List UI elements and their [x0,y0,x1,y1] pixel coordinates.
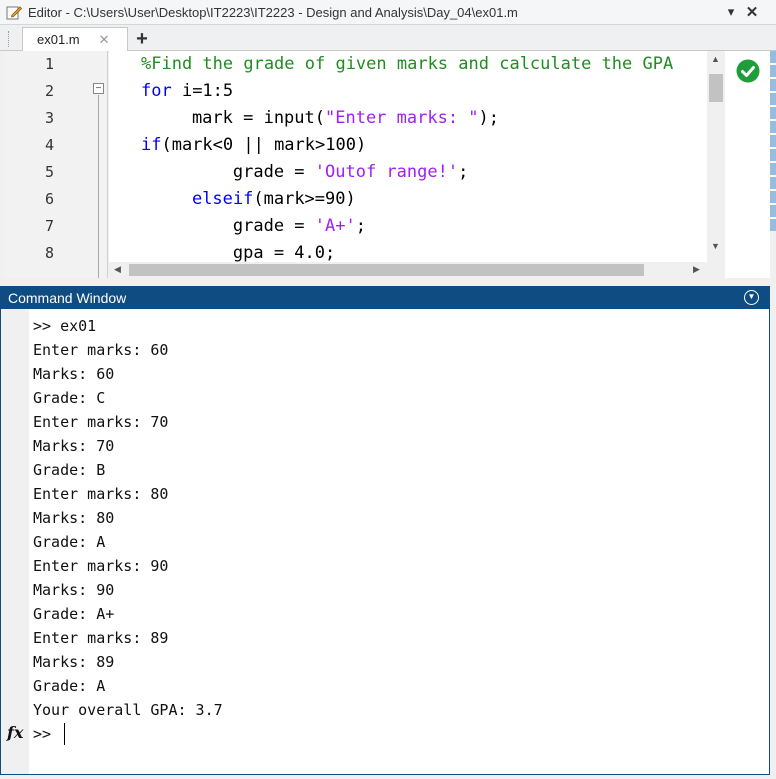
line-number: 2 [44,82,54,100]
output-line: Marks: 60 [33,365,115,383]
scroll-left-arrow-icon[interactable]: ◀ [114,264,121,275]
output-line: Grade: B [33,461,106,479]
code-line: elseif(mark>=90) [151,189,356,209]
code-line: for i=1:5 [141,81,233,101]
code-line: gpa = 4.0; [151,243,335,262]
code-text: ; [355,216,366,236]
output-line: Grade: A+ [33,605,115,623]
function-browser-icon[interactable]: fx [7,723,23,742]
code-line: mark = input("Enter marks: "); [151,108,499,128]
tab-ex01[interactable]: ex01.m ✕ [22,27,128,51]
code-text-area[interactable]: %Find the grade of given marks and calcu… [109,51,707,262]
tab-close-icon[interactable]: ✕ [99,32,110,48]
add-tab-button[interactable]: + [129,28,155,50]
output-line: Grade: A [33,677,106,695]
code-text: gpa = 4.0; [151,243,336,262]
code-line: if(mark<0 || mark>100) [141,135,366,155]
command-window[interactable]: >> ex01 Enter marks: 60 Marks: 60 Grade:… [0,309,770,775]
output-line: Enter marks: 70 [33,413,169,431]
command-prompt[interactable]: >> [33,725,51,743]
check-circle-icon[interactable] [736,59,760,83]
scroll-right-arrow-icon[interactable]: ▶ [693,264,700,275]
scroll-down-arrow-icon[interactable]: ▼ [711,241,720,251]
side-panel-edge [770,51,776,231]
output-line: Enter marks: 90 [33,557,169,575]
code-text: mark = input( [151,108,325,128]
code-text: ); [478,108,500,128]
drag-grip-icon[interactable] [8,31,11,47]
code-string: 'A+' [314,216,356,236]
output-line: Grade: C [33,389,106,407]
code-text: ; [458,162,469,182]
horizontal-scrollbar[interactable]: ◀ ▶ [109,262,707,278]
output-line: Marks: 89 [33,653,115,671]
output-line: Grade: A [33,533,106,551]
code-keyword: for [141,81,172,101]
code-editor: 1 2 3 4 5 6 7 8 − %Find the grade of giv… [0,51,776,280]
command-gutter [1,309,29,774]
line-number: 5 [44,163,54,181]
code-keyword: if [141,135,162,155]
code-text: i=1:5 [171,81,234,101]
scroll-thumb[interactable] [709,74,723,102]
code-keyword: elseif [191,189,254,209]
code-line: grade = 'A+'; [151,216,366,236]
scroll-up-arrow-icon[interactable]: ▲ [711,54,720,64]
output-line: Marks: 80 [33,509,115,527]
code-text: (mark<0 || mark>100) [161,135,367,155]
output-line: Enter marks: 89 [33,629,169,647]
code-line: %Find the grade of given marks and calcu… [141,54,673,74]
code-comment: %Find the grade of given marks and calcu… [141,54,674,74]
line-number-gutter: 1 2 3 4 5 6 7 8 − [4,51,108,278]
fold-guide-line [98,95,99,278]
editor-title-bar: Editor - C:\Users\User\Desktop\IT2223\IT… [0,0,776,25]
output-line: Enter marks: 60 [33,341,169,359]
close-icon[interactable]: ✕ [744,4,760,21]
pencil-edit-icon [6,6,22,20]
code-text: grade = [151,162,315,182]
code-line: grade = 'Outof range!'; [151,162,468,182]
output-line: Marks: 90 [33,581,115,599]
output-line: Enter marks: 80 [33,485,169,503]
code-analyzer-panel [725,51,770,278]
chevron-down-icon[interactable]: ▼ [744,290,759,305]
line-number: 1 [44,55,54,73]
scroll-thumb[interactable] [129,264,644,276]
line-number: 3 [44,109,54,127]
line-number: 7 [44,217,54,235]
output-line: Marks: 70 [33,437,115,455]
output-line: Your overall GPA: 3.7 [33,701,223,719]
code-fold-toggle[interactable]: − [93,83,104,94]
code-string: 'Outof range!' [314,162,459,182]
code-string: "Enter marks: " [325,108,479,128]
line-number: 6 [44,190,54,208]
editor-title: Editor - C:\Users\User\Desktop\IT2223\IT… [28,4,518,20]
line-number: 4 [44,136,54,154]
editor-tab-strip: ex01.m ✕ + [0,25,776,51]
code-text: (mark>=90) [253,189,356,209]
command-window-title: Command Window [8,289,127,306]
vertical-scrollbar[interactable]: ▲ ▼ [707,51,725,262]
line-number: 8 [44,244,54,262]
output-line: >> ex01 [33,317,97,335]
text-cursor [64,723,65,745]
code-text: grade = [151,216,315,236]
chevron-down-icon[interactable]: ▾ [723,4,739,20]
tab-label: ex01.m [37,32,80,47]
command-window-header: Command Window ▼ [0,286,770,309]
